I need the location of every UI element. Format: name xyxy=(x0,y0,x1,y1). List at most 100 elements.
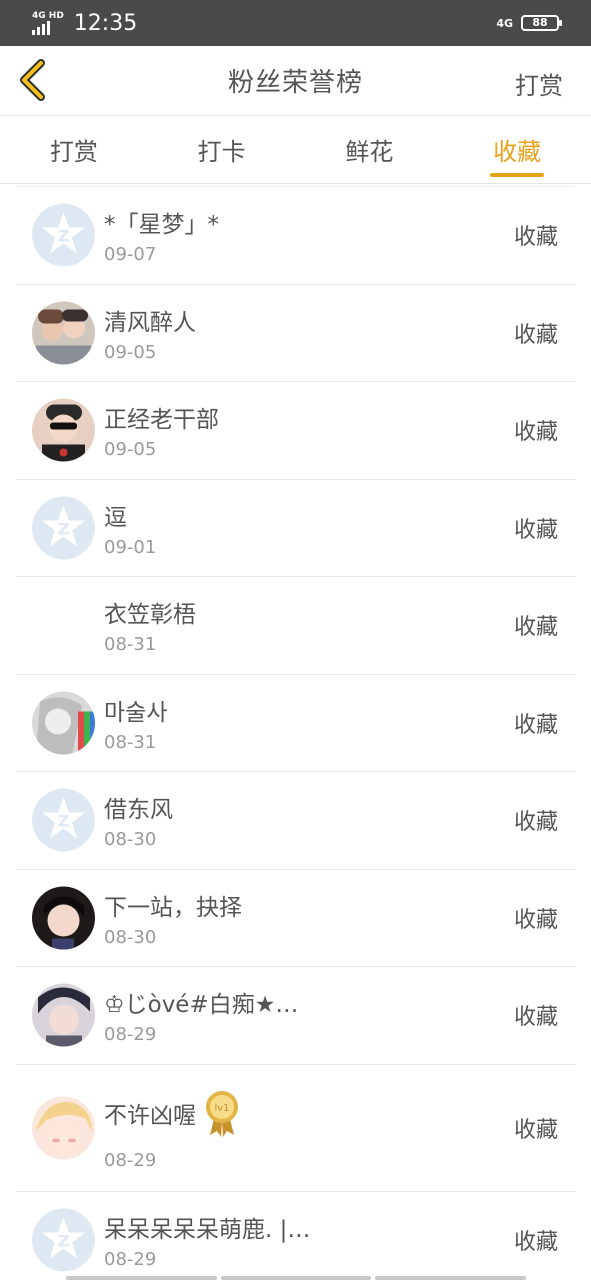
action-label: 收藏 xyxy=(513,1117,558,1143)
photo-sunglasses-avatar xyxy=(32,398,95,462)
svg-text:Z: Z xyxy=(58,1231,70,1250)
battery-icon: 88 xyxy=(521,15,562,31)
network-right-label: 4G xyxy=(496,16,513,30)
tab-label: 打赏 xyxy=(49,138,98,166)
date-label: 09-01 xyxy=(104,536,157,558)
list-item[interactable]: 下一站，抉择 08-30 收藏 xyxy=(16,870,575,967)
action-label: 收藏 xyxy=(513,517,558,543)
avatar: Z xyxy=(32,203,95,267)
user-name: *「星梦」* xyxy=(104,212,219,238)
avatar: Z xyxy=(32,1208,95,1272)
scroll-segment xyxy=(220,1276,372,1280)
back-button[interactable] xyxy=(14,58,50,102)
default-star-avatar-icon: Z xyxy=(32,1208,95,1272)
list-item[interactable]: 正经老干部 09-05 收藏 xyxy=(16,382,575,480)
action-label: 收藏 xyxy=(513,420,558,446)
avatar xyxy=(32,301,95,365)
photo-boy-avatar xyxy=(32,983,95,1047)
action-label: 收藏 xyxy=(513,1005,558,1031)
action-label: 收藏 xyxy=(513,712,558,738)
action-label: 收藏 xyxy=(513,225,558,251)
default-star-avatar-icon: Z xyxy=(32,496,95,560)
date-label: 09-05 xyxy=(104,439,157,460)
tab-flowers[interactable]: 鲜花 xyxy=(296,116,444,183)
list-item[interactable]: Z *「星梦」* 09-07 收藏 xyxy=(16,187,575,285)
reward-button[interactable]: 打赏 xyxy=(515,66,563,101)
date-label: 08-29 xyxy=(104,1024,157,1045)
date-label: 08-30 xyxy=(104,829,157,850)
list-item[interactable]: Z 呆呆呆呆呆萌鹿. |… 08-29 收藏 xyxy=(16,1192,575,1280)
list-item[interactable]: 마술사 08-31 收藏 xyxy=(16,675,575,772)
tab-bar: 打赏 打卡 鲜花 收藏 xyxy=(0,116,591,184)
battery-level: 88 xyxy=(532,16,548,29)
user-name: 마술사 xyxy=(104,699,168,726)
signal-icon xyxy=(32,20,50,35)
svg-text:Z: Z xyxy=(58,519,70,538)
date-label: 08-31 xyxy=(104,634,157,655)
list-item[interactable]: 衣笠彰梧 08-31 收藏 xyxy=(16,577,575,675)
avatar xyxy=(32,1096,95,1159)
status-right: 4G 88 xyxy=(496,15,562,31)
date-label: 08-31 xyxy=(104,731,157,753)
photo-anime-blonde-avatar xyxy=(32,1096,95,1159)
tab-label: 收藏 xyxy=(493,138,542,166)
scroll-indicator xyxy=(66,1276,527,1280)
default-star-avatar-icon: Z xyxy=(32,203,95,267)
clock: 12:35 xyxy=(73,10,138,36)
level-badge-icon: lv1 xyxy=(206,1090,238,1137)
list-item[interactable]: ♔じòvé#白痴★… 08-29 收藏 xyxy=(16,967,575,1065)
tab-favorites[interactable]: 收藏 xyxy=(443,116,591,183)
scroll-segment xyxy=(66,1276,217,1280)
action-label: 收藏 xyxy=(513,615,558,641)
user-name-text: 不许凶喔 xyxy=(104,1102,196,1129)
action-label: 收藏 xyxy=(513,1229,558,1255)
tab-label: 鲜花 xyxy=(345,138,394,166)
action-label: 收藏 xyxy=(513,322,558,348)
status-left: 4G HD 12:35 xyxy=(32,11,137,36)
list-item[interactable]: 不许凶喔 lv1 08-29 收藏 xyxy=(16,1065,575,1192)
scroll-segment xyxy=(375,1276,527,1280)
action-label: 收藏 xyxy=(513,810,558,836)
date-label: 08-30 xyxy=(104,926,157,948)
user-name: 呆呆呆呆呆萌鹿. |… xyxy=(104,1216,311,1243)
list-item[interactable]: 清风醉人 09-05 收藏 xyxy=(16,285,575,382)
svg-text:Z: Z xyxy=(58,812,70,831)
date-label: 08-29 xyxy=(104,1149,157,1171)
photo-couple-avatar xyxy=(32,301,95,365)
avatar xyxy=(32,691,95,755)
user-name: 衣笠彰梧 xyxy=(104,602,196,628)
user-name: 正经老干部 xyxy=(104,407,219,433)
avatar xyxy=(32,398,95,462)
user-name: 下一站，抉择 xyxy=(104,894,242,921)
status-bar: 4G HD 12:35 4G 88 xyxy=(0,0,591,46)
date-label: 08-29 xyxy=(104,1248,157,1270)
avatar xyxy=(32,594,95,657)
tab-checkin[interactable]: 打卡 xyxy=(148,116,296,183)
user-name: 借东风 xyxy=(104,797,173,823)
svg-text:Z: Z xyxy=(58,227,70,246)
fan-list: Z *「星梦」* 09-07 收藏 清风醉人 09-05 收藏 正经老干部 09… xyxy=(16,186,575,1280)
user-name: ♔じòvé#白痴★… xyxy=(104,992,299,1018)
badge-label: lv1 xyxy=(214,1103,229,1114)
tab-reward[interactable]: 打赏 xyxy=(0,116,148,183)
tab-label: 打卡 xyxy=(197,138,246,166)
action-label: 收藏 xyxy=(513,907,558,933)
user-name: 清风醉人 xyxy=(104,309,196,336)
chevron-left-icon xyxy=(20,59,45,101)
default-star-avatar-icon: Z xyxy=(32,788,95,852)
list-item[interactable]: Z 逗 09-01 收藏 xyxy=(16,480,575,577)
date-label: 09-05 xyxy=(104,341,157,363)
photo-anime-sketch-avatar xyxy=(32,691,95,755)
nav-bar: 粉丝荣誉榜 打赏 xyxy=(0,46,591,116)
page-title: 粉丝荣誉榜 xyxy=(227,68,363,98)
avatar xyxy=(32,886,95,950)
date-label: 09-07 xyxy=(104,244,157,265)
user-name: 逗 xyxy=(104,504,127,531)
network-indicator: 4G HD xyxy=(32,10,64,35)
user-name: 不许凶喔 lv1 xyxy=(104,1089,240,1137)
list-item[interactable]: Z 借东风 08-30 收藏 xyxy=(16,772,575,870)
network-label: 4G HD xyxy=(32,10,64,21)
photo-girl-avatar xyxy=(32,886,95,950)
avatar: Z xyxy=(32,788,95,852)
avatar xyxy=(32,983,95,1047)
